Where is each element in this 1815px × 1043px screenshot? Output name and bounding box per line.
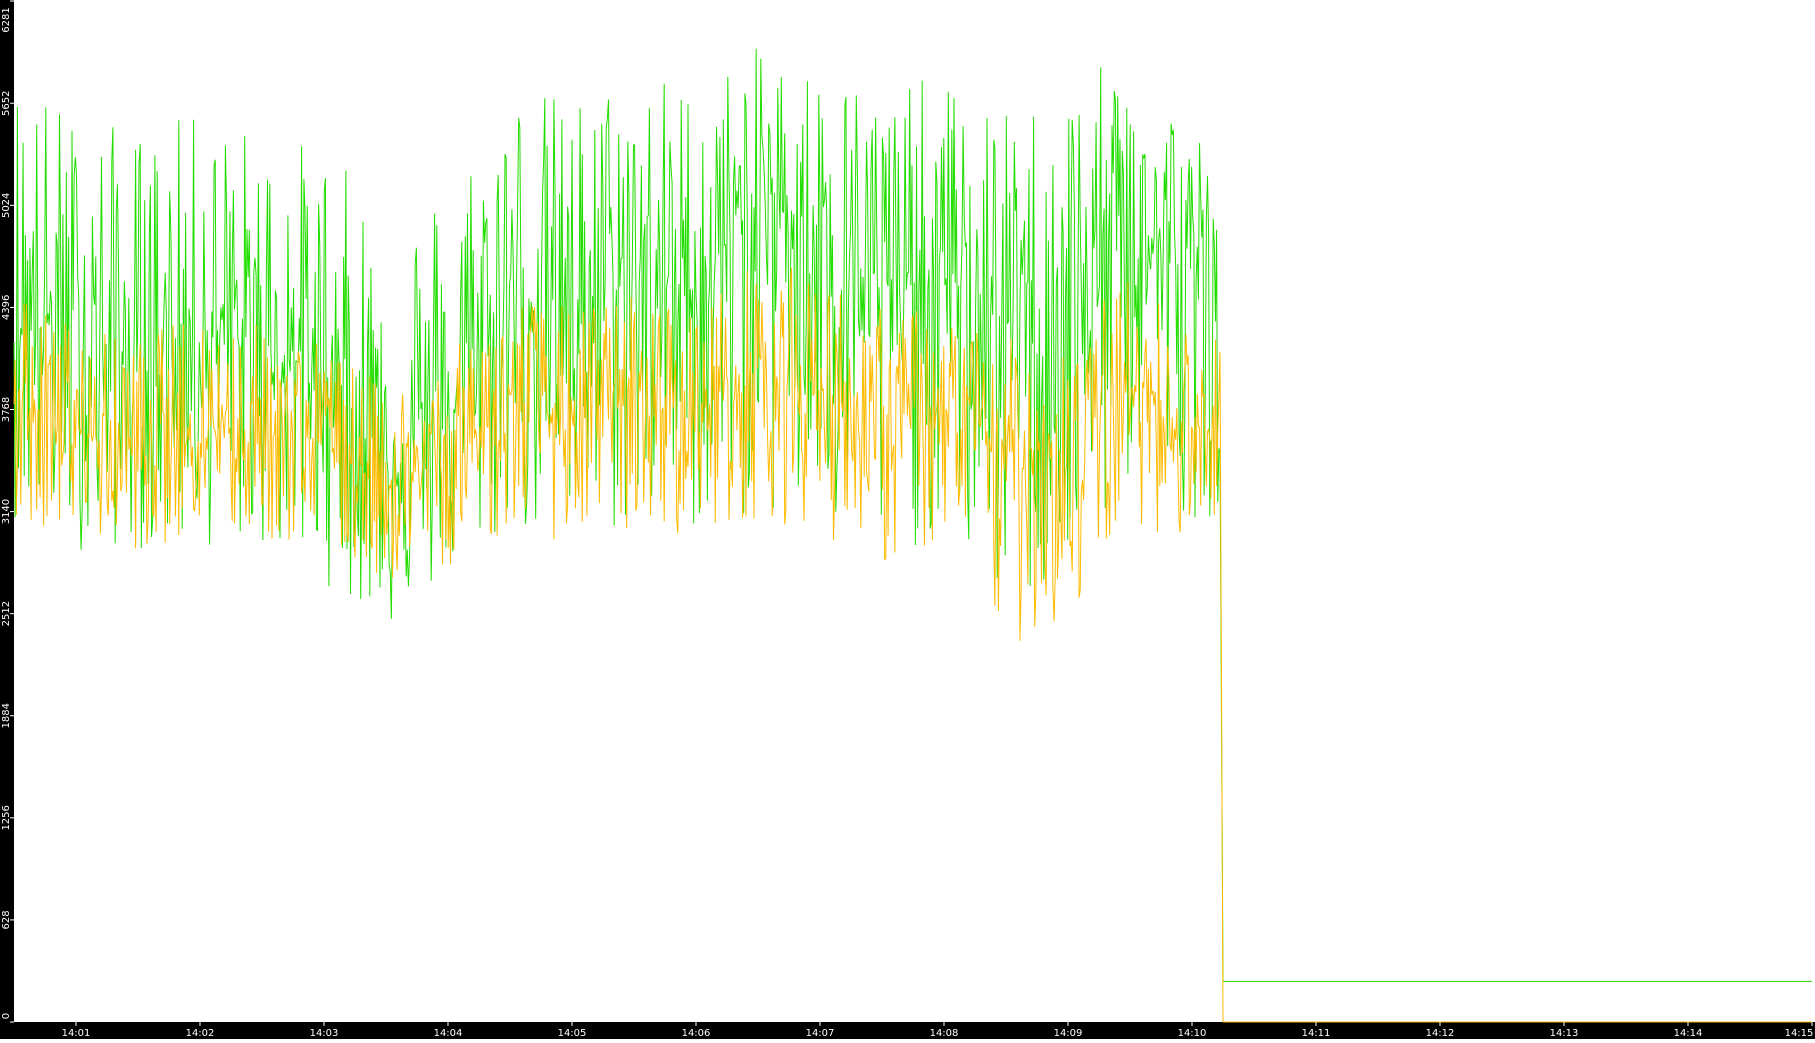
x-tick-label: 14:01 [62, 1028, 91, 1039]
x-tick-label: 14:07 [806, 1028, 835, 1039]
x-tick-label: 14:09 [1054, 1028, 1083, 1039]
y-tick-label: 3140 [1, 499, 12, 524]
y-tick-label: 1884 [1, 703, 12, 728]
y-tick-label: 4396 [1, 295, 12, 320]
x-tick-label: 14:12 [1426, 1028, 1455, 1039]
x-axis-background [0, 1022, 1815, 1039]
y-tick-label: 3768 [1, 397, 12, 422]
x-tick-label: 14:15 [1785, 1028, 1814, 1039]
y-tick-label: 1256 [1, 805, 12, 830]
y-tick-label: 628 [1, 910, 12, 929]
x-tick-label: 14:14 [1674, 1028, 1703, 1039]
x-tick-label: 14:11 [1302, 1028, 1331, 1039]
x-tick-label: 14:08 [930, 1028, 959, 1039]
y-tick-label: 6281 [1, 7, 12, 32]
x-tick-label: 14:13 [1550, 1028, 1579, 1039]
y-tick-label: 5652 [1, 91, 12, 116]
chart-container: 0 628 1256 1884 2512 3140 3768 4396 5024 5652 6281… [0, 0, 1815, 1039]
x-tick-label: 14:06 [682, 1028, 711, 1039]
x-tick-label: 14:02 [186, 1028, 215, 1039]
x-tick-label: 14:04 [434, 1028, 463, 1039]
y-tick-label: 0 [1, 1013, 12, 1019]
x-tick-label: 14:05 [558, 1028, 587, 1039]
y-tick-label: 5024 [1, 193, 12, 218]
line-chart: 0 628 1256 1884 2512 3140 3768 4396 5024 5652 6281… [0, 0, 1815, 1039]
x-tick-label: 14:10 [1178, 1028, 1207, 1039]
x-tick-label: 14:03 [310, 1028, 339, 1039]
y-tick-label: 2512 [1, 601, 12, 626]
